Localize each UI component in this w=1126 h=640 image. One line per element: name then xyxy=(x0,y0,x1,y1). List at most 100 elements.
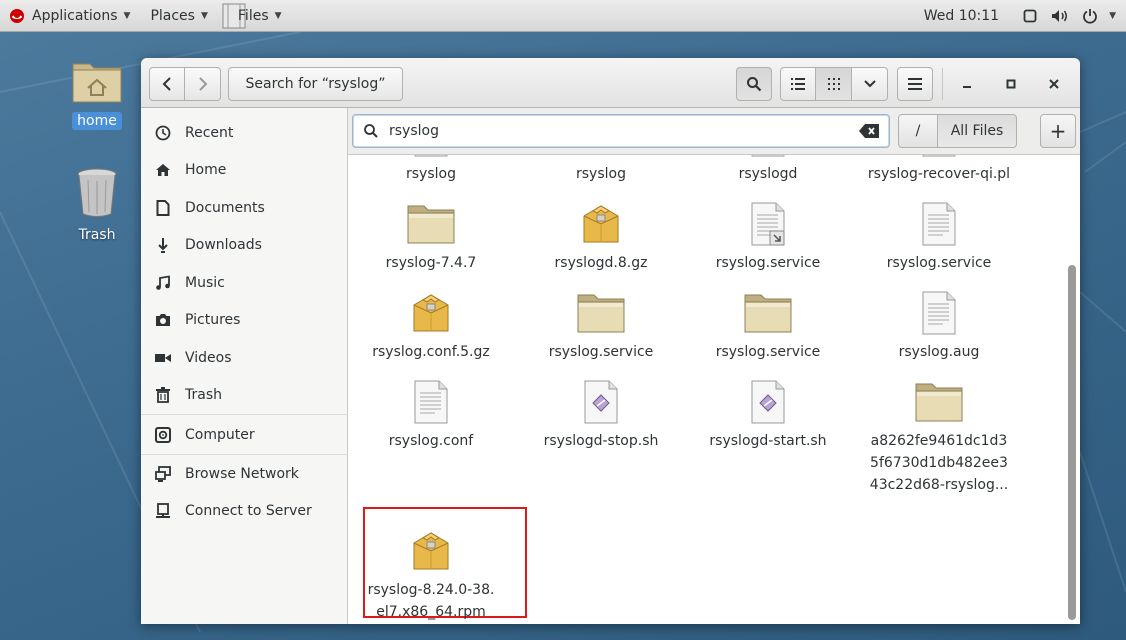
file-item[interactable]: rsyslogd-start.sh xyxy=(683,376,853,452)
file-item[interactable]: rsyslog.service xyxy=(683,287,853,363)
search-path-label: Search for “rsyslog” xyxy=(245,76,386,92)
file-item[interactable]: a8262fe9461dc1d3 5f6730d1db482ee3 43c22d68… xyxy=(854,376,1024,496)
sidebar-item-trash[interactable]: Trash xyxy=(141,378,348,412)
music-icon xyxy=(155,275,171,291)
file-item[interactable]: rsyslog-7.4.7 xyxy=(348,198,516,274)
clear-search-icon[interactable] xyxy=(859,124,879,138)
add-icon: + xyxy=(1049,119,1067,143)
folder-icon xyxy=(683,287,853,339)
text-file-icon xyxy=(348,376,516,428)
chevron-right-icon xyxy=(198,77,207,91)
minimize-button[interactable] xyxy=(950,67,984,101)
file-name: rsyslog-7.4.7 xyxy=(348,252,516,274)
script-file-icon xyxy=(683,376,853,428)
view-options-button[interactable] xyxy=(852,67,888,101)
sidebar-item-computer[interactable]: Computer xyxy=(141,418,348,452)
search-field[interactable] xyxy=(352,114,890,148)
back-button[interactable] xyxy=(149,67,185,101)
files-menu[interactable]: Files ▼ xyxy=(218,0,292,32)
maximize-button[interactable] xyxy=(994,67,1028,101)
search-scope-button[interactable]: All Files xyxy=(937,114,1017,148)
file-name-line: rsyslogd xyxy=(738,166,798,182)
applications-menu[interactable]: Applications ▼ xyxy=(0,0,140,32)
file-item[interactable]: rsyslog.conf.5.gz xyxy=(348,287,516,363)
home-icon xyxy=(155,162,171,178)
sidebar-item-documents[interactable]: Documents xyxy=(141,191,348,225)
grid-icon xyxy=(827,78,840,90)
file-item[interactable]: rsyslog-recover-qi.pl xyxy=(854,155,1024,185)
clock[interactable]: Wed 10:11 xyxy=(924,8,999,24)
desktop-home-icon[interactable]: home xyxy=(64,58,130,130)
file-name-line: a8262fe9461dc1d3 xyxy=(870,433,1008,449)
file-item[interactable]: rsyslog.service xyxy=(854,198,1024,274)
file-item[interactable]: rsyslog-8.24.0-38. el7.x86_64.rpm xyxy=(348,525,516,623)
folder-icon xyxy=(516,287,686,339)
sidebar-item-connect-to-server[interactable]: Connect to Server xyxy=(141,494,348,528)
file-name: rsyslog xyxy=(348,163,516,185)
sidebar-item-music[interactable]: Music xyxy=(141,266,348,300)
file-name: rsyslog.service xyxy=(683,252,853,274)
file-name-line: rsyslog.service xyxy=(715,344,821,360)
file-item[interactable]: rsyslog.service xyxy=(516,287,686,363)
file-name-line: rsyslog-recover-qi.pl xyxy=(867,166,1011,182)
search-path-button[interactable]: Search for “rsyslog” xyxy=(228,67,403,101)
menu-button[interactable] xyxy=(897,67,933,101)
power-icon[interactable] xyxy=(1081,7,1099,25)
desktop-trash-label: Trash xyxy=(78,227,116,243)
volume-icon[interactable] xyxy=(1051,7,1069,25)
search-toggle-button[interactable] xyxy=(736,67,772,101)
file-name: rsyslog.service xyxy=(854,252,1024,274)
header-separator xyxy=(942,68,943,100)
sidebar-item-recent[interactable]: Recent xyxy=(141,116,348,150)
sidebar-item-label: Music xyxy=(185,275,225,291)
file-item[interactable]: rsyslogd-stop.sh xyxy=(516,376,686,452)
header-bar: Search for “rsyslog” xyxy=(141,58,1080,108)
screen-icon[interactable] xyxy=(1021,7,1039,25)
sidebar-item-downloads[interactable]: Downloads xyxy=(141,228,348,262)
file-name: rsyslog.aug xyxy=(854,341,1024,363)
search-location-button[interactable]: / xyxy=(898,114,938,148)
list-view-button[interactable] xyxy=(780,67,816,101)
chevron-left-icon xyxy=(162,77,171,91)
chevron-down-icon: ▼ xyxy=(123,10,131,21)
sidebar-item-pictures[interactable]: Pictures xyxy=(141,303,348,337)
add-search-criteria-button[interactable]: + xyxy=(1040,114,1076,148)
file-item[interactable]: rsyslog.service xyxy=(683,198,853,274)
file-item[interactable]: rsyslog xyxy=(516,155,686,185)
sidebar-item-videos[interactable]: Videos xyxy=(141,341,348,375)
archive-icon xyxy=(348,287,516,339)
file-name-line: rsyslogd-start.sh xyxy=(709,433,827,449)
file-item[interactable]: rsyslog.aug xyxy=(854,287,1024,363)
file-item[interactable]: rsyslogd.8.gz xyxy=(516,198,686,274)
file-name: rsyslog-recover-qi.pl xyxy=(854,163,1024,185)
sidebar-item-label: Documents xyxy=(185,200,265,216)
sidebar-item-label: Computer xyxy=(185,427,255,443)
file-name: rsyslog-8.24.0-38. el7.x86_64.rpm xyxy=(348,579,516,623)
list-icon xyxy=(791,78,805,90)
grid-view-button[interactable] xyxy=(816,67,852,101)
sidebar-item-label: Browse Network xyxy=(185,466,299,482)
search-input[interactable] xyxy=(389,121,849,141)
sidebar-item-browse-network[interactable]: Browse Network xyxy=(141,457,348,491)
sidebar-item-label: Downloads xyxy=(185,237,262,253)
desktop-trash-icon[interactable]: Trash xyxy=(64,166,130,244)
scrollbar[interactable] xyxy=(1068,265,1076,620)
file-item[interactable]: rsyslog xyxy=(348,155,516,185)
file-name: rsyslog xyxy=(516,163,686,185)
close-button[interactable] xyxy=(1037,67,1071,101)
download-icon xyxy=(155,237,171,253)
chevron-down-icon[interactable]: ▼ xyxy=(1109,11,1116,21)
applications-label: Applications xyxy=(32,7,118,24)
file-name-line: rsyslog.service xyxy=(548,344,654,360)
forward-button[interactable] xyxy=(185,67,221,101)
places-menu[interactable]: Places ▼ xyxy=(140,0,217,32)
file-item[interactable]: rsyslogd xyxy=(683,155,853,185)
file-name-line: rsyslogd.8.gz xyxy=(554,255,648,271)
redhat-logo-icon xyxy=(10,8,24,23)
sidebar-item-home[interactable]: Home xyxy=(141,153,348,187)
file-name-line: el7.x86_64.rpm xyxy=(376,604,486,620)
folder-icon xyxy=(854,376,1024,428)
file-name-line: rsyslog.conf xyxy=(388,433,474,449)
file-item[interactable]: rsyslog.conf xyxy=(348,376,516,452)
sidebar: Recent Home Documents Downloads Music Pi… xyxy=(141,108,348,624)
